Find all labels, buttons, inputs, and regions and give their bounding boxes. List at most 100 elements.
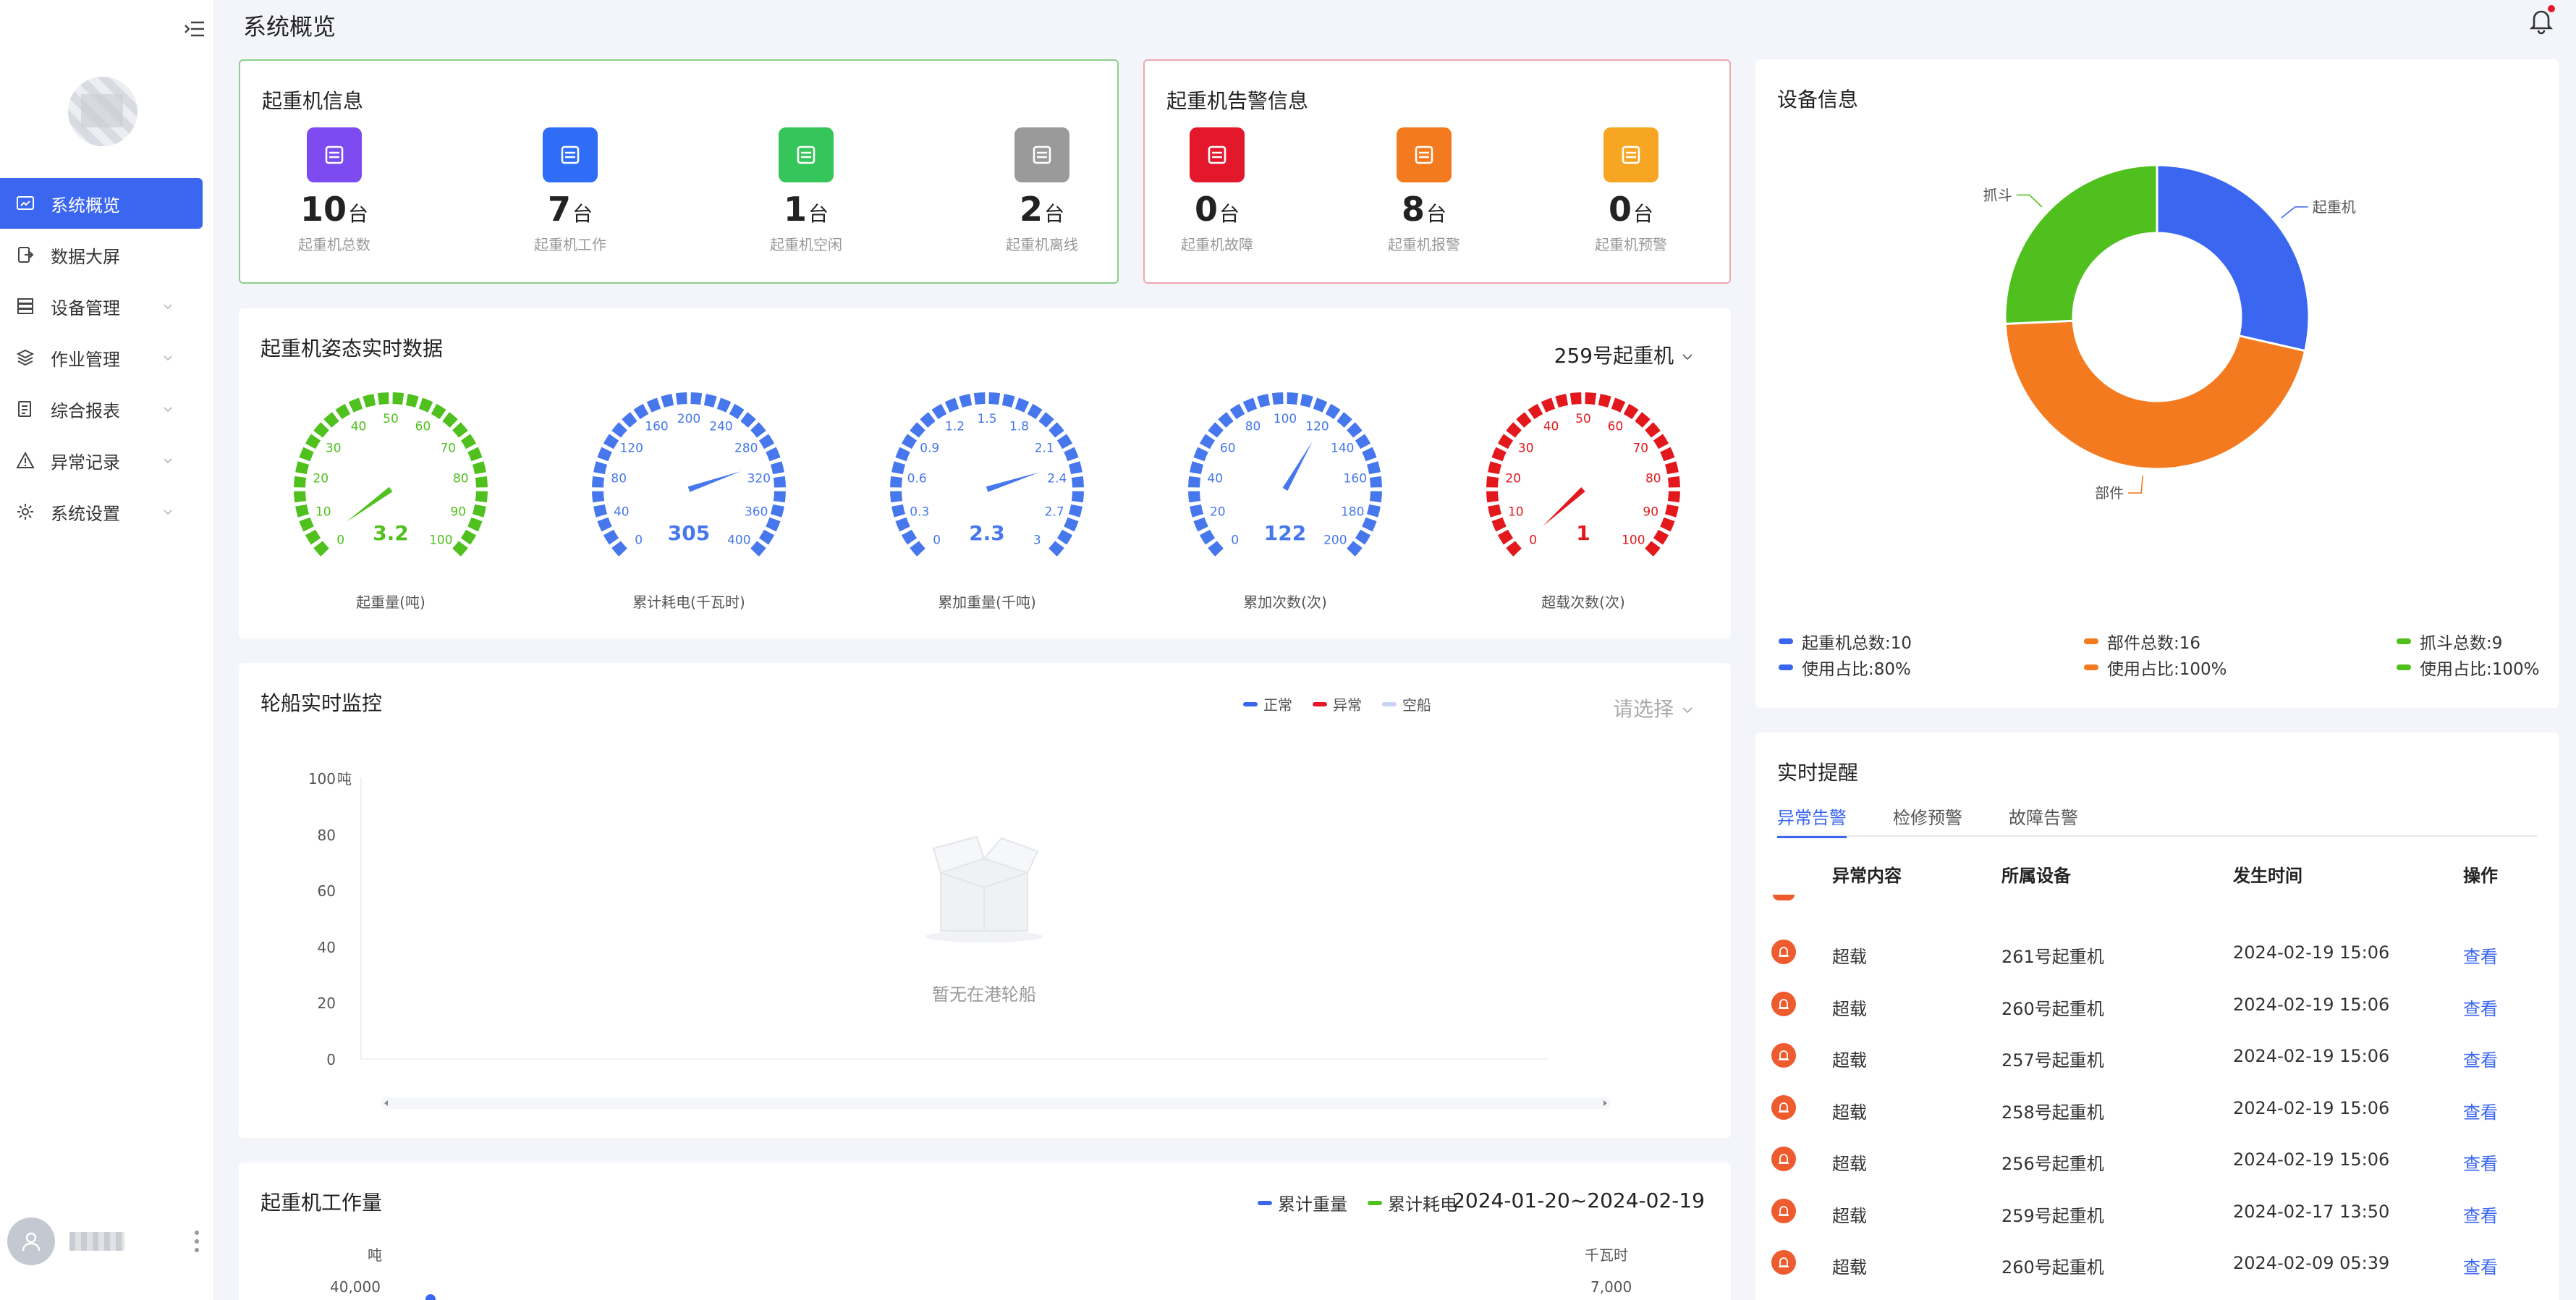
gauge-name: 累计耗电(千瓦时)	[632, 594, 745, 611]
stat-item: 0台 起重机预警	[1559, 127, 1703, 254]
sidebar-item-report[interactable]: 综合报表	[0, 384, 203, 434]
y-right-tick: 7,000	[1590, 1278, 1632, 1296]
gauge-tick-label: 140	[1331, 441, 1354, 455]
gauge-tick-label: 0.3	[910, 505, 929, 519]
gauge-tick-label: 360	[745, 505, 768, 519]
gauge-arc-segment	[1660, 447, 1675, 462]
scroll-left-icon[interactable]	[381, 1097, 392, 1109]
cell-content: 超载	[1832, 1102, 1867, 1123]
gauge-arc-segment	[633, 403, 649, 420]
gauge-arc-segment	[611, 422, 627, 438]
gauge-tick-label: 200	[677, 412, 700, 426]
gauge-arc-segment	[891, 504, 906, 518]
legend-item-crane: 起重机总数:10 使用占比:80%	[1779, 628, 1912, 680]
tab-fault-alarm[interactable]: 故障告警	[2009, 803, 2078, 837]
sidebar-item-job[interactable]: 作业管理	[0, 332, 203, 383]
gauge-arc-segment	[1645, 422, 1661, 438]
gauge-arc-segment	[1347, 541, 1363, 557]
gauge-tick-label: 60	[1220, 441, 1236, 455]
view-link[interactable]: 查看	[2463, 1149, 2498, 1175]
gauge-arc-segment	[1635, 412, 1651, 428]
legend-item-grab: 抓斗总数:9 使用占比:100%	[2397, 628, 2540, 680]
stat-item: 0台 起重机故障	[1145, 127, 1289, 254]
stat-item: 7台 起重机工作	[498, 127, 643, 254]
notification-bell-icon[interactable]	[2525, 4, 2557, 36]
gauge-tick-label: 100	[429, 533, 452, 547]
stat-caption: 起重机空闲	[770, 236, 842, 253]
scroll-right-icon[interactable]	[1599, 1097, 1611, 1109]
gauge-arc-segment	[1569, 392, 1582, 405]
view-link[interactable]: 查看	[2463, 1253, 2498, 1278]
gauge-arc-segment	[901, 434, 918, 449]
user-profile[interactable]	[7, 1215, 210, 1268]
gauge-tick-label: 0	[1231, 533, 1239, 547]
gauge-arc-segment	[1486, 491, 1499, 503]
chevron-down-icon	[164, 510, 172, 515]
gear-icon	[17, 504, 33, 520]
gauge-tick-label: 70	[1632, 441, 1648, 455]
gauge-tick-label: 10	[1508, 505, 1524, 519]
gauge-tick-label: 30	[326, 441, 342, 455]
date-range-picker[interactable]: 2024-01-20~2024-02-19	[1452, 1189, 1705, 1212]
bell-warning-icon	[1603, 127, 1658, 182]
view-link[interactable]: 查看	[2463, 1046, 2498, 1071]
sidebar-item-label: 异常记录	[51, 452, 120, 473]
gauge-arc-segment	[1585, 392, 1597, 405]
gauge-arc-segment	[901, 529, 918, 545]
sidebar-item-data-screen[interactable]: 数据大屏	[0, 229, 203, 280]
cell-device: 261号起重机	[2001, 947, 2104, 967]
gauge-arc-segment	[1068, 504, 1082, 518]
gauge-arc-segment	[1664, 461, 1679, 475]
crane-select-value: 259号起重机	[1554, 344, 1674, 368]
sidebar-item-exception[interactable]: 异常记录	[0, 435, 203, 486]
stat-caption: 起重机工作	[534, 236, 606, 253]
view-link[interactable]: 查看	[2463, 995, 2498, 1020]
gauge-arc-segment	[758, 529, 775, 545]
ship-select[interactable]: 请选择	[1613, 693, 1695, 722]
chevron-down-icon	[164, 355, 172, 361]
page-title: 系统概览	[243, 13, 336, 41]
gauge-arc-segment	[363, 394, 376, 408]
gauge-arc-segment	[729, 403, 745, 420]
gauge-tick-label: 40	[351, 420, 367, 434]
sidebar-item-overview[interactable]: 系统概览	[0, 178, 203, 229]
tab-exception-alarm[interactable]: 异常告警	[1777, 803, 1847, 838]
cell-content: 超载	[1832, 1050, 1867, 1071]
gauge-arc-segment	[1653, 529, 1669, 545]
gauge-arc-segment	[1190, 504, 1204, 518]
gauge-arc-segment	[1287, 392, 1299, 405]
more-vertical-icon[interactable]	[194, 1228, 200, 1254]
stat-number: 0	[1608, 190, 1632, 229]
table-row: 超载 259号起重机 2024-02-17 13:50 查看	[1771, 1187, 2537, 1233]
card-title: 起重机姿态实时数据	[260, 337, 444, 360]
stat-number: 0	[1194, 190, 1218, 229]
gauge-arc-segment	[988, 392, 1001, 405]
stat-value: 1台	[734, 190, 878, 229]
user-icon	[22, 1232, 41, 1252]
gauge-tick-label: 50	[1575, 412, 1591, 426]
crane-info-card: 起重机信息 10台 起重机总数 7台 起重机工作 1台 起重机空闲 2台 起重机离线	[239, 59, 1119, 284]
view-link[interactable]: 查看	[2463, 942, 2498, 968]
gauge-arc-segment	[716, 397, 732, 413]
cell-time: 2024-02-19 15:06	[2233, 1097, 2390, 1118]
sidebar-item-label: 数据大屏	[51, 246, 120, 267]
tab-maintenance-warning[interactable]: 检修预警	[1893, 803, 1962, 837]
view-link[interactable]: 查看	[2463, 1202, 2498, 1227]
gauge-arc-segment	[1242, 397, 1258, 413]
chart-scrollbar[interactable]	[381, 1097, 1611, 1109]
gauge-arc-segment	[1362, 517, 1377, 532]
view-link[interactable]: 查看	[2463, 1098, 2498, 1123]
sidebar-item-device[interactable]: 设备管理	[0, 281, 203, 332]
crane-select[interactable]: 259号起重机	[1554, 340, 1695, 369]
legend-label: 累计耗电	[1388, 1194, 1457, 1215]
gauge-value: 3.2	[373, 521, 409, 545]
menu-collapse-icon[interactable]	[184, 19, 206, 39]
stat-caption: 起重机预警	[1595, 236, 1667, 253]
legend-label: 异常	[1333, 696, 1362, 714]
sidebar-item-settings[interactable]: 系统设置	[0, 486, 203, 537]
gauge-arc-segment	[1064, 517, 1079, 532]
gauge-arc-segment	[890, 476, 903, 488]
stat-caption: 起重机报警	[1388, 236, 1460, 253]
y-tick-label: 0	[326, 1051, 336, 1068]
gauge-tick-label: 80	[611, 472, 627, 486]
